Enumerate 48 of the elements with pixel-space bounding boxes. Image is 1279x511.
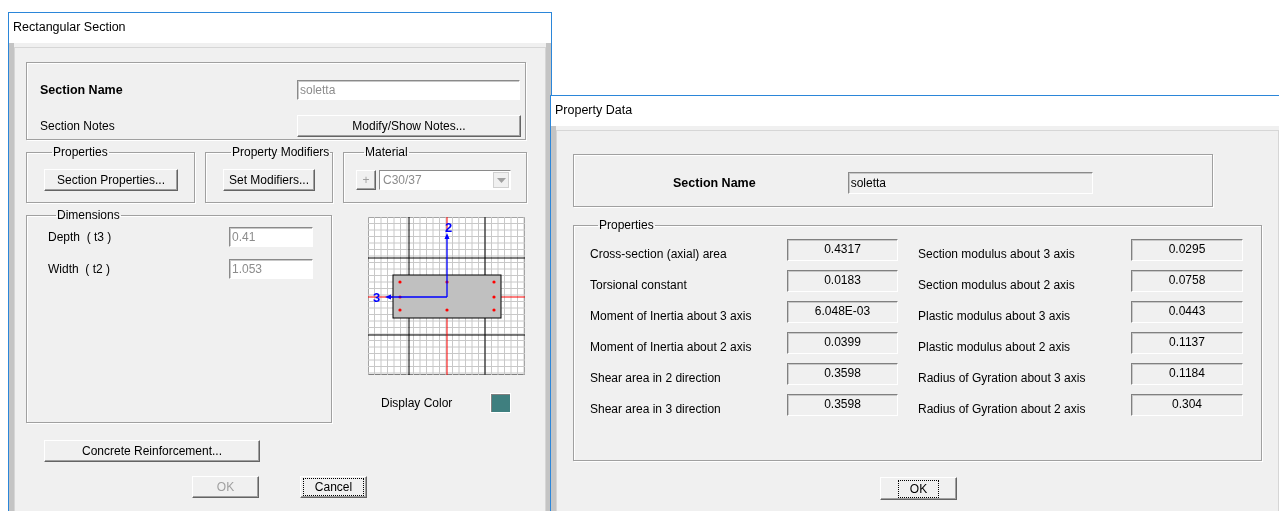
field-label: Depth ( t3 ) (48, 230, 113, 244)
property-label: Shear area in 3 direction (590, 402, 722, 416)
property-label: Torsional constant (590, 278, 688, 292)
property-value: 0.3598 (787, 394, 898, 416)
ok-button[interactable]: OK (880, 477, 957, 500)
field-label: Section Name (673, 176, 756, 190)
axis-label: 3 (373, 290, 381, 305)
axis-label: 2 (445, 220, 453, 235)
window-title: Property Data (554, 102, 634, 119)
property-value: 0.3598 (787, 363, 898, 385)
caret-icon (496, 177, 506, 183)
property-value: 0.0295 (1131, 239, 1243, 261)
property-label: Cross-section (axial) area (590, 247, 728, 261)
field-label: Section Name (40, 82, 124, 97)
notes-button[interactable]: Modify/Show Notes... (297, 115, 521, 138)
property-label: Radius of Gyration about 3 axis (918, 371, 1087, 385)
dialog-button[interactable]: Cancel (300, 476, 367, 498)
set-modifiers-button[interactable]: Set Modifiers... (223, 169, 315, 191)
property-label: Plastic modulus about 3 axis (918, 309, 1072, 323)
property-value: 6.048E-03 (787, 301, 898, 323)
field-label: Width ( t2 ) (48, 262, 111, 276)
group-title: Dimensions (56, 209, 121, 221)
property-value: 0.0443 (1131, 301, 1243, 323)
property-value: 0.0399 (787, 332, 898, 354)
reinforcement-button[interactable]: Concrete Reinforcement... (44, 440, 260, 462)
property-value: 0.0758 (1131, 270, 1243, 292)
property-label: Section modulus about 3 axis (918, 247, 1076, 261)
property-value: 0.1137 (1131, 332, 1243, 354)
section-name-field[interactable]: soletta (847, 172, 1093, 194)
field-label: Display Color (381, 396, 453, 410)
field-label: Section Notes (40, 119, 116, 134)
property-label: Plastic modulus about 2 axis (918, 340, 1072, 354)
property-label: Moment of Inertia about 2 axis (590, 340, 753, 354)
group-title: Property Modifiers (231, 146, 331, 158)
property-label: Shear area in 2 direction (590, 371, 722, 385)
group-title: Properties (598, 219, 655, 231)
property-label: Moment of Inertia about 3 axis (590, 309, 753, 323)
color-swatch[interactable] (490, 393, 512, 413)
group-title: Material (364, 146, 409, 158)
property-value: 0.304 (1131, 394, 1243, 416)
group-title: Properties (52, 146, 109, 158)
property-label: Radius of Gyration about 2 axis (918, 402, 1087, 416)
window-title: Rectangular Section (12, 19, 127, 36)
property-label: Section modulus about 2 axis (918, 278, 1076, 292)
property-value: 0.4317 (787, 239, 898, 261)
section-properties-button[interactable]: Section Properties... (44, 169, 178, 191)
property-value: 0.1184 (1131, 363, 1243, 385)
property-value: 0.0183 (787, 270, 898, 292)
